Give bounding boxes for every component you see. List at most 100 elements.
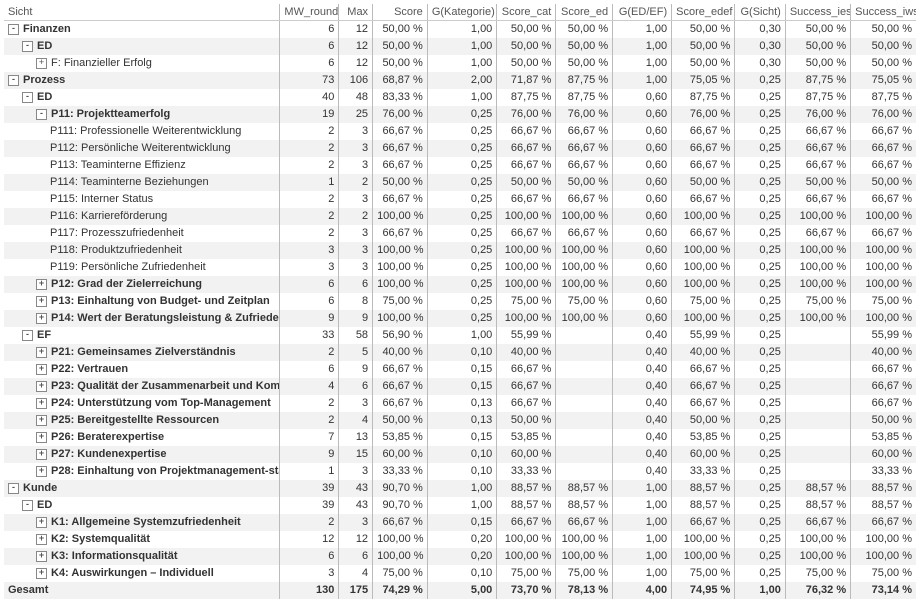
table-row[interactable]: +K1: Allgemeine Systemzufriedenheit2366,… <box>4 514 916 531</box>
cell-sed: 100,00 % <box>556 242 613 259</box>
table-row[interactable]: P113: Teaminterne Effizienz2366,67 %0,25… <box>4 157 916 174</box>
cell-sies: 100,00 % <box>785 276 850 293</box>
table-row[interactable]: P116: Karriereförderung22100,00 %0,25100… <box>4 208 916 225</box>
table-row[interactable]: P111: Professionelle Weiterentwicklung23… <box>4 123 916 140</box>
table-row[interactable]: P114: Teaminterne Beziehungen1250,00 %0,… <box>4 174 916 191</box>
row-label: +K2: Systemqualität <box>4 531 280 548</box>
table-row[interactable]: -P11: Projektteamerfolg192576,00 %0,2576… <box>4 106 916 123</box>
table-row[interactable]: +K2: Systemqualität1212100,00 %0,20100,0… <box>4 531 916 548</box>
label-text: P25: Bereitgestellte Ressourcen <box>51 414 219 426</box>
cell-sed: 66,67 % <box>556 123 613 140</box>
table-row[interactable]: -Finanzen61250,00 %1,0050,00 %50,00 %1,0… <box>4 21 916 39</box>
cell-scat: 100,00 % <box>497 276 556 293</box>
expand-icon[interactable]: + <box>36 534 47 545</box>
expand-icon[interactable]: + <box>36 398 47 409</box>
table-row[interactable]: +K3: Informationsqualität66100,00 %0,201… <box>4 548 916 565</box>
table-row[interactable]: +P22: Vertrauen6966,67 %0,1566,67 %0,406… <box>4 361 916 378</box>
col-siws[interactable]: Success_iws <box>851 4 916 21</box>
table-row[interactable]: + P28: Einhaltung von Projektmanagement-s… <box>4 463 916 480</box>
row-label: P111: Professionelle Weiterentwicklung <box>4 123 280 140</box>
table-row[interactable]: P118: Produktzufriedenheit33100,00 %0,25… <box>4 242 916 259</box>
col-score[interactable]: Score <box>373 4 428 21</box>
collapse-icon[interactable]: - <box>22 92 33 103</box>
collapse-icon[interactable]: - <box>22 500 33 511</box>
table-row[interactable]: -Prozess7310668,87 %2,0071,87 %87,75 %1,… <box>4 72 916 89</box>
cell-siws: 100,00 % <box>851 242 916 259</box>
table-row[interactable]: P115: Interner Status2366,67 %0,2566,67 … <box>4 191 916 208</box>
table-row[interactable]: +F: Finanzieller Erfolg61250,00 %1,0050,… <box>4 55 916 72</box>
col-sicht[interactable]: Sicht <box>4 4 280 21</box>
table-row[interactable]: +P14: Wert der Beratungsleistung & Zufri… <box>4 310 916 327</box>
table-row[interactable]: -EF335856,90 %1,0055,99 %0,4055,99 %0,25… <box>4 327 916 344</box>
table-row[interactable]: -ED404883,33 %1,0087,75 %87,75 %0,6087,7… <box>4 89 916 106</box>
table-row[interactable]: +P27: Kundenexpertise91560,00 %0,1060,00… <box>4 446 916 463</box>
collapse-icon[interactable]: - <box>8 483 19 494</box>
expand-icon[interactable]: + <box>36 466 47 477</box>
table-row[interactable]: +P24: Unterstützung vom Top-Management23… <box>4 395 916 412</box>
col-sedef[interactable]: Score_edef <box>672 4 735 21</box>
col-gedef[interactable]: G(ED/EF) <box>613 4 672 21</box>
cell-gs: 0,25 <box>735 378 786 395</box>
collapse-icon[interactable]: - <box>22 41 33 52</box>
table-row[interactable]: +P26: Beraterexpertise71353,85 %0,1553,8… <box>4 429 916 446</box>
cell-gs: 0,25 <box>735 72 786 89</box>
expand-icon[interactable]: + <box>36 415 47 426</box>
table-row[interactable]: +K4: Auswirkungen – Individuell3475,00 %… <box>4 565 916 582</box>
col-gkat[interactable]: G(Kategorie) <box>427 4 497 21</box>
cell-sies: 66,67 % <box>785 225 850 242</box>
col-scat[interactable]: Score_cat <box>497 4 556 21</box>
collapse-icon[interactable]: - <box>8 75 19 86</box>
cell-gs: 0,25 <box>735 276 786 293</box>
table-row[interactable]: +P13: Einhaltung von Budget- und Zeitpla… <box>4 293 916 310</box>
expand-icon[interactable]: + <box>36 551 47 562</box>
cell-gedef: 0,60 <box>613 123 672 140</box>
expand-icon[interactable]: + <box>36 449 47 460</box>
cell-scat: 55,99 % <box>497 327 556 344</box>
cell-mw: 39 <box>280 497 339 514</box>
collapse-icon[interactable]: - <box>8 24 19 35</box>
table-row[interactable]: +P25: Bereitgestellte Ressourcen2450,00 … <box>4 412 916 429</box>
expand-icon[interactable]: + <box>36 432 47 443</box>
table-row[interactable]: +P12: Grad der Zielerreichung66100,00 %0… <box>4 276 916 293</box>
expand-icon[interactable]: + <box>36 58 47 69</box>
label-text: P118: Produktzufriedenheit <box>50 244 182 256</box>
expand-icon[interactable]: + <box>36 296 47 307</box>
label-text: P11: Projektteamerfolg <box>51 108 170 120</box>
expand-icon[interactable]: + <box>36 381 47 392</box>
cell-sed: 50,00 % <box>556 174 613 191</box>
table-row[interactable]: -ED61250,00 %1,0050,00 %50,00 %1,0050,00… <box>4 38 916 55</box>
label-text: P28: Einhaltung von Projektmanagement-st… <box>51 465 280 477</box>
header-row: Sicht MW_round Max Score G(Kategorie) Sc… <box>4 4 916 21</box>
expand-icon[interactable]: + <box>36 517 47 528</box>
table-row[interactable]: P117: Prozesszufriedenheit2366,67 %0,256… <box>4 225 916 242</box>
expand-icon[interactable]: + <box>36 313 47 324</box>
cell-max: 58 <box>339 327 373 344</box>
col-gs[interactable]: G(Sicht) <box>735 4 786 21</box>
label-text: P111: Professionelle Weiterentwicklung <box>50 125 241 137</box>
label-text: K1: Allgemeine Systemzufriedenheit <box>51 516 241 528</box>
cell-sed: 75,00 % <box>556 293 613 310</box>
table-row[interactable]: +P21: Gemeinsames Zielverständnis2540,00… <box>4 344 916 361</box>
collapse-icon[interactable]: - <box>22 330 33 341</box>
cell-gs: 0,25 <box>735 514 786 531</box>
cell-gedef: 0,60 <box>613 89 672 106</box>
table-row[interactable]: -ED394390,70 %1,0088,57 %88,57 %1,0088,5… <box>4 497 916 514</box>
table-row[interactable]: P112: Persönliche Weiterentwicklung2366,… <box>4 140 916 157</box>
report-table[interactable]: Sicht MW_round Max Score G(Kategorie) Sc… <box>4 4 916 599</box>
total-sies: 76,32 % <box>785 582 850 599</box>
table-row[interactable]: -Kunde394390,70 %1,0088,57 %88,57 %1,008… <box>4 480 916 497</box>
expand-icon[interactable]: + <box>36 347 47 358</box>
col-sed[interactable]: Score_ed <box>556 4 613 21</box>
table-row[interactable]: +P23: Qualität der Zusammenarbeit und Ko… <box>4 378 916 395</box>
collapse-icon[interactable]: - <box>36 109 47 120</box>
expand-icon[interactable]: + <box>36 568 47 579</box>
col-sies[interactable]: Success_ies <box>785 4 850 21</box>
col-max[interactable]: Max <box>339 4 373 21</box>
label-text: EF <box>37 329 51 341</box>
cell-gedef: 1,00 <box>613 55 672 72</box>
table-row[interactable]: P119: Persönliche Zufriedenheit33100,00 … <box>4 259 916 276</box>
expand-icon[interactable]: + <box>36 364 47 375</box>
expand-icon[interactable]: + <box>36 279 47 290</box>
col-mw[interactable]: MW_round <box>280 4 339 21</box>
cell-sedef: 75,00 % <box>672 293 735 310</box>
